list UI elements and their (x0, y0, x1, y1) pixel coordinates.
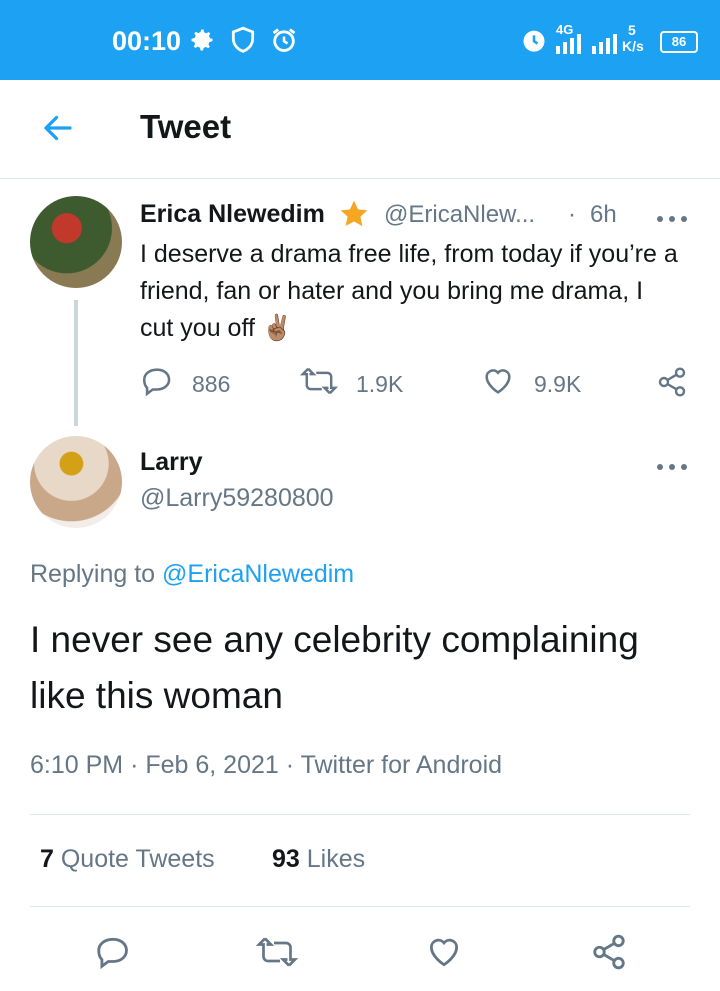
divider (30, 906, 690, 907)
replying-handle-link[interactable]: @EricaNlewedim (162, 560, 354, 588)
tweet-meta: 6:10 PM · Feb 6, 2021 · Twitter for Andr… (30, 751, 503, 779)
more-icon[interactable] (656, 210, 688, 228)
replying-prefix: Replying to (30, 560, 156, 588)
reply-icon[interactable] (94, 933, 132, 976)
like-count: 93 (272, 845, 300, 873)
separator: · (568, 201, 576, 228)
page-title: Tweet (140, 108, 232, 145)
replying-to: Replying to @EricaNlewedim (30, 560, 354, 589)
more-icon[interactable] (656, 458, 688, 476)
like-button[interactable]: 9.9K (480, 364, 581, 404)
tweet-client[interactable]: Twitter for Android (301, 751, 502, 779)
retweet-icon (299, 364, 339, 404)
like-icon (480, 364, 516, 404)
like-label: Likes (306, 845, 366, 873)
signal-icon (592, 34, 620, 59)
like-icon[interactable] (424, 933, 464, 976)
top-bar: Tweet (0, 80, 720, 179)
retweet-count: 1.9K (356, 370, 404, 397)
main-tweet-text: I never see any celebrity complaining li… (30, 619, 639, 716)
divider (30, 814, 690, 815)
settings-icon (188, 26, 216, 59)
battery-level: 86 (660, 31, 698, 53)
signal-icon (556, 34, 584, 59)
retweet-icon[interactable] (255, 933, 299, 976)
author-name[interactable]: Erica Nlewedim (140, 200, 325, 229)
speed-unit: K/s (622, 38, 644, 54)
likes-stat[interactable]: 93 Likes (272, 845, 365, 874)
avatar[interactable] (30, 436, 122, 528)
quote-tweets-stat[interactable]: 7 Quote Tweets (40, 845, 215, 874)
reply-icon (140, 364, 174, 404)
quote-label: Quote Tweets (60, 845, 215, 873)
star-icon (337, 198, 371, 235)
tweet-text: I deserve a drama free life, from today … (140, 240, 678, 342)
tweet-time: 6:10 PM (30, 751, 124, 779)
author-handle[interactable]: @Larry59280800 (140, 484, 334, 513)
alarm-icon (270, 26, 298, 59)
tweet-time: 6h (590, 201, 617, 228)
status-time: 00:10 (112, 26, 182, 56)
speed-value: 5 (628, 22, 636, 38)
share-icon[interactable] (590, 933, 628, 976)
reply-count: 886 (192, 370, 231, 397)
status-bar: 00:10 4G 5 K/s 86 (0, 0, 720, 80)
shield-icon (230, 26, 256, 59)
author-name[interactable]: Larry (140, 448, 203, 477)
reply-button[interactable]: 886 (140, 364, 230, 404)
alarm-icon (520, 26, 548, 59)
back-arrow-icon[interactable] (40, 110, 76, 151)
quote-count: 7 (40, 845, 54, 873)
thread-line (74, 300, 78, 426)
tweet-date: Feb 6, 2021 (145, 751, 279, 779)
avatar[interactable] (30, 196, 122, 288)
like-count: 9.9K (534, 370, 582, 397)
author-handle[interactable]: @EricaNlew... (384, 201, 535, 229)
share-icon[interactable] (656, 366, 688, 403)
retweet-button[interactable]: 1.9K (299, 364, 404, 404)
